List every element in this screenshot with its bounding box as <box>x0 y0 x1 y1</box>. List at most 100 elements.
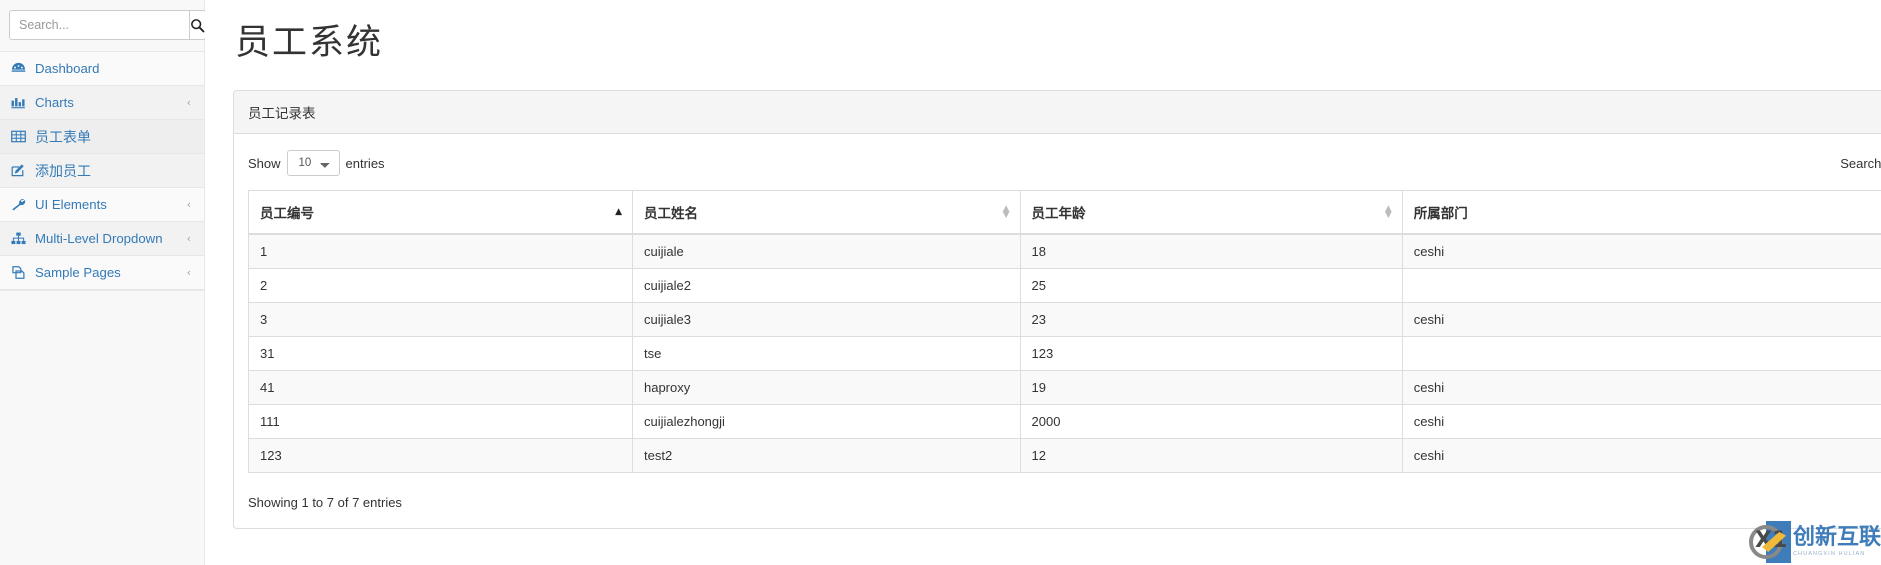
employee-table: 员工编号 ▲▼ 员工姓名 ▲▼ <box>248 190 1881 473</box>
sidebar-item-label: Charts <box>35 94 74 110</box>
chevron-left-icon: ‹ <box>186 266 191 279</box>
cell-employee-age: 18 <box>1020 233 1403 269</box>
column-header-employee-id[interactable]: 员工编号 ▲▼ <box>248 190 633 235</box>
table-row[interactable]: 123 test2 12 ceshi <box>248 438 1881 473</box>
table-body: 1 cuijiale 18 ceshi 2 cuijiale2 25 3 cui… <box>248 233 1881 473</box>
sidebar-search-section <box>0 0 206 52</box>
table-row[interactable]: 2 cuijiale2 25 <box>248 268 1881 303</box>
panel-heading: 员工记录表 <box>234 91 1881 134</box>
sidebar-item-label: 员工表单 <box>35 128 91 145</box>
cell-employee-name: tse <box>632 336 1021 371</box>
search-input[interactable] <box>9 10 189 40</box>
column-label: 所属部门 <box>1413 206 1468 221</box>
watermark-text-block: 创新互联 CHUANGXIN HULIAN <box>1791 525 1881 558</box>
chevron-left-icon: ‹ <box>186 96 191 109</box>
sidebar-nav: Dashboard Charts ‹ 员工表单 添加员工 UI Elements… <box>0 52 204 290</box>
column-header-employee-age[interactable]: 员工年龄 ▲ ▼ <box>1020 190 1403 235</box>
cell-department: ceshi <box>1402 233 1881 269</box>
watermark-brand-en: CHUANGXIN HULIAN <box>1792 551 1866 557</box>
watermark-mark-text: X1 <box>1755 528 1788 553</box>
dashboard-icon <box>11 62 28 75</box>
table-row[interactable]: 41 haproxy 19 ceshi <box>248 370 1881 405</box>
sidebar-item-employee-table[interactable]: 员工表单 <box>0 120 204 154</box>
cell-employee-id: 2 <box>248 268 633 303</box>
table-row[interactable]: 3 cuijiale3 23 ceshi <box>248 302 1881 337</box>
sidebar-item-dashboard[interactable]: Dashboard <box>0 52 204 86</box>
cell-department: ceshi <box>1402 404 1881 439</box>
sidebar-item-charts[interactable]: Charts ‹ <box>0 86 204 120</box>
table-head: 员工编号 ▲▼ 员工姓名 ▲▼ <box>248 190 1881 235</box>
sidebar-item-sample-pages[interactable]: Sample Pages ‹ <box>0 256 204 290</box>
filter-label: Search: <box>1840 155 1881 171</box>
app-root: Dashboard Charts ‹ <box>0 0 1881 565</box>
cell-employee-id: 41 <box>248 370 633 405</box>
chevron-left-icon: ‹ <box>186 198 191 211</box>
sidebar-item-multi-level-dropdown[interactable]: Multi-Level Dropdown ‹ <box>0 222 204 256</box>
datatable-toolbar: Show 10 25 50 100 entries Search: <box>248 148 1881 178</box>
cell-employee-age: 123 <box>1020 336 1403 371</box>
page-title: 员工系统 <box>235 23 384 62</box>
search-button[interactable] <box>189 10 206 40</box>
employee-records-panel: 员工记录表 Show 10 25 50 100 entries <box>233 90 1881 530</box>
cell-department: ceshi <box>1402 438 1881 473</box>
cell-employee-id: 1 <box>248 233 633 269</box>
table-row[interactable]: 111 cuijialezhongji 2000 ceshi <box>248 404 1881 439</box>
sidebar-item-label: Multi-Level Dropdown <box>35 230 163 246</box>
cell-employee-name: test2 <box>632 438 1021 473</box>
cell-employee-id: 3 <box>248 302 633 337</box>
column-label: 员工姓名 <box>643 206 698 221</box>
watermark-brand-cn: 创新互联 <box>1792 525 1881 550</box>
sidebar-item-ui-elements[interactable]: UI Elements ‹ <box>0 188 204 222</box>
cell-employee-age: 25 <box>1020 268 1403 303</box>
cell-department <box>1402 268 1881 303</box>
search-group <box>9 10 206 40</box>
sidebar-item-label: Dashboard <box>35 60 100 76</box>
cell-employee-id: 123 <box>248 438 633 473</box>
watermark-ring-shape <box>1749 525 1783 559</box>
page-length-control: Show 10 25 50 100 entries <box>248 150 385 176</box>
page-length-label-after: entries <box>345 155 385 171</box>
sidebar-item-label: Sample Pages <box>35 264 121 280</box>
cell-department <box>1402 336 1881 371</box>
cell-employee-id: 31 <box>248 336 633 371</box>
cell-employee-name: cuijiale3 <box>632 302 1021 337</box>
cell-employee-age: 19 <box>1020 370 1403 405</box>
table-header-row: 员工编号 ▲▼ 员工姓名 ▲▼ <box>248 190 1881 235</box>
cell-employee-name: haproxy <box>632 370 1021 405</box>
table-icon <box>11 130 28 143</box>
page-length-label-before: Show <box>248 155 281 171</box>
main-content: 员工系统 员工记录表 Show 10 25 50 100 entries <box>205 0 1881 565</box>
cell-employee-name: cuijialezhongji <box>632 404 1021 439</box>
cell-employee-age: 2000 <box>1020 404 1403 439</box>
cell-employee-age: 23 <box>1020 302 1403 337</box>
table-info: Showing 1 to 7 of 7 entries <box>248 494 402 510</box>
page-length-select[interactable]: 10 25 50 100 <box>286 150 340 176</box>
bar-chart-icon <box>11 96 28 109</box>
datatable-footer: Showing 1 to 7 of 7 entries Previous Nex… <box>248 486 1881 518</box>
table-row[interactable]: 1 cuijiale 18 ceshi <box>248 233 1881 269</box>
sort-both-icon: ▲ ▼ <box>1384 204 1392 220</box>
sidebar-item-add-employee[interactable]: 添加员工 <box>0 154 204 188</box>
cell-department: ceshi <box>1402 370 1881 405</box>
wrench-icon <box>11 198 28 211</box>
cell-department: ceshi <box>1402 302 1881 337</box>
search-icon <box>190 18 205 33</box>
panel-body: Show 10 25 50 100 entries Search: <box>234 134 1881 528</box>
chevron-left-icon: ‹ <box>186 232 191 245</box>
copy-files-icon <box>11 266 28 279</box>
edit-icon <box>11 164 28 177</box>
cell-employee-age: 12 <box>1020 438 1403 473</box>
sort-both-icon: ▲ ▼ <box>1002 204 1010 220</box>
column-label: 员工年龄 <box>1031 206 1086 221</box>
table-row[interactable]: 31 tse 123 <box>248 336 1881 371</box>
cell-employee-name: cuijiale <box>632 233 1021 269</box>
sidebar-item-label: UI Elements <box>35 196 107 212</box>
column-header-employee-name[interactable]: 员工姓名 ▲ ▼ <box>632 190 1021 235</box>
cell-employee-name: cuijiale2 <box>632 268 1021 303</box>
cell-employee-id: 111 <box>248 404 633 439</box>
column-label: 员工编号 <box>260 206 314 221</box>
datatable-filter: Search: <box>1840 150 1881 176</box>
watermark-swoosh-shape <box>1762 532 1786 552</box>
column-header-department[interactable]: 所属部门 ▲▼ <box>1402 190 1881 235</box>
sort-ascending-icon: ▲▼ <box>615 207 622 217</box>
